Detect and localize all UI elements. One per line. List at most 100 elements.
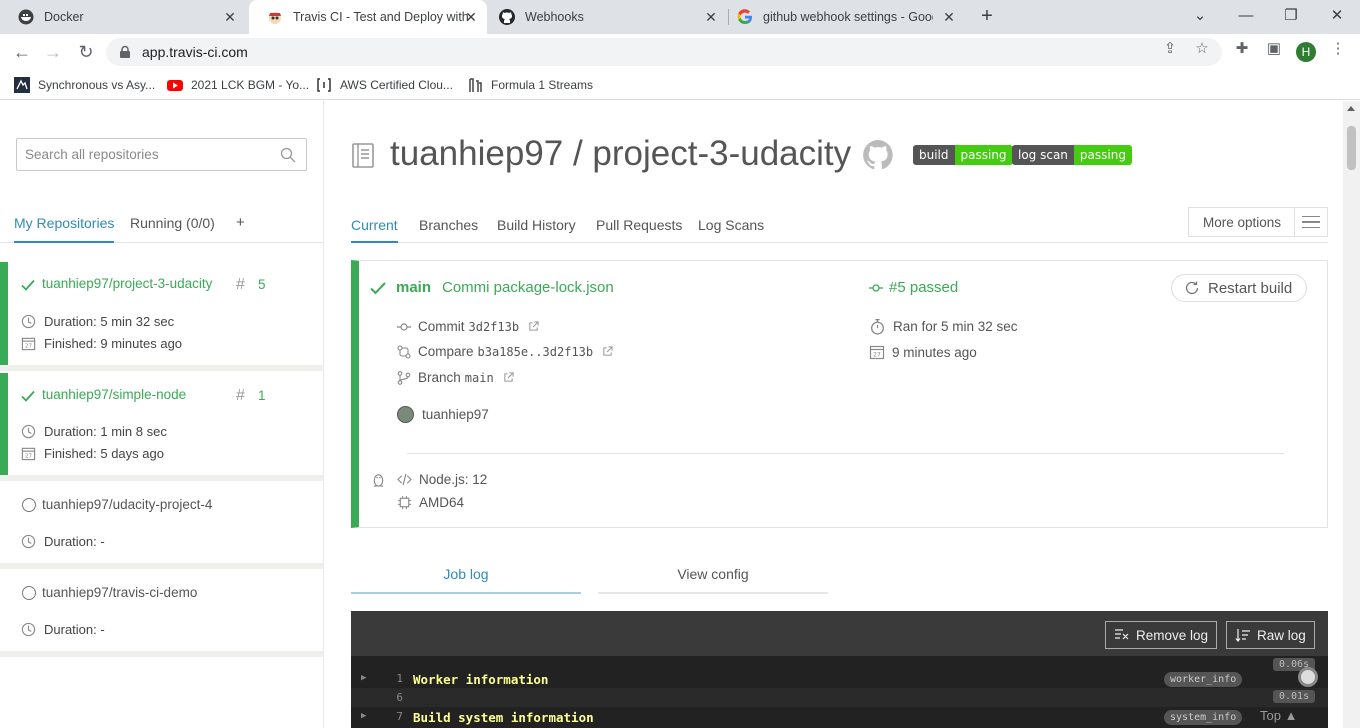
tab-pull-requests[interactable]: Pull Requests [596,217,682,233]
build-number-link[interactable]: 1 [258,388,266,403]
menu-kebab-icon[interactable]: ⋮ [1330,41,1346,57]
search-input[interactable] [25,147,265,162]
extensions-icon[interactable]: ✚ [1234,41,1250,57]
branch-name-link[interactable]: main [396,279,431,296]
reload-icon[interactable]: ↻ [76,42,96,62]
tab-current[interactable]: Current [351,217,398,243]
restart-build-button[interactable]: Restart build [1171,274,1307,302]
page-scrollbar[interactable] [1343,101,1360,728]
tab-branches[interactable]: Branches [419,217,478,233]
forward-arrow-icon[interactable]: → [43,42,63,62]
log-toolbar: Remove log Raw log [351,611,1328,656]
browser-tab-docker[interactable]: Docker ✕ [0,0,246,34]
bookmarks-bar: Synchronous vs Asy... 2021 LCK BGM - Yo.… [0,70,1360,100]
build-status[interactable]: #5 passed [869,279,958,296]
scroll-up-icon[interactable] [1347,106,1355,111]
hash-icon: # [236,387,245,404]
scroll-top-link[interactable]: Top ▲ [1260,708,1297,723]
tab-search-chevron-icon[interactable]: ⌄ [1190,6,1210,26]
expand-arrow-icon[interactable]: ▶ [361,673,366,683]
new-tab-button[interactable]: + [977,6,997,26]
build-number-link[interactable]: 5 [258,277,266,292]
duration-badge: 0.01s [1273,690,1316,703]
separator [0,475,323,481]
repo-name-link[interactable]: tuanhiep97/simple-node [42,387,186,402]
window-close-icon[interactable]: ✕ [1327,6,1347,26]
back-arrow-icon[interactable]: ← [12,42,32,62]
tab-title: Travis CI - Test and Deploy with C [293,10,468,24]
more-options-button[interactable]: More options [1188,207,1328,237]
close-icon[interactable]: ✕ [222,9,238,25]
fold-tag: system_info [1164,710,1243,725]
repo-item[interactable]: tuanhiep97/travis-ci-demo Duration: - [0,571,323,651]
close-icon[interactable]: ✕ [941,9,957,25]
status-circle-icon [22,498,36,512]
f1-icon [467,77,483,93]
branch-row[interactable]: Branch main [397,370,521,385]
commit-author[interactable]: tuanhiep97 [397,406,489,423]
divider [407,453,1284,454]
repo-duration: Duration: - [21,534,105,549]
repo-name-link[interactable]: tuanhiep97/travis-ci-demo [42,585,197,600]
tab-my-repositories[interactable]: My Repositories [14,215,115,243]
compare-row[interactable]: Compare b3a185e..3d2f13b [397,344,620,359]
address-bar[interactable]: app.travis-ci.com [106,38,1222,66]
build-status-badge[interactable]: build passing [913,145,1013,165]
bracket-icon [316,77,332,93]
repo-name-link[interactable]: tuanhiep97/project-3-udacity [42,276,212,291]
commit-row[interactable]: Commit 3d2f13b [397,319,546,334]
share-icon[interactable]: ⇪ [1162,41,1178,57]
travis-icon [267,9,283,25]
language-info: Node.js: 12 [397,472,487,487]
separator [0,563,323,569]
tab-job-log[interactable]: Job log [351,561,581,594]
browser-tab-google[interactable]: github webhook settings - Googl ✕ [719,0,965,34]
browser-tab-travis[interactable]: Travis CI - Test and Deploy with C ✕ [249,0,487,34]
repo-search[interactable] [16,138,307,171]
check-icon [370,282,386,295]
commit-dot-icon [869,283,883,292]
repo-item[interactable]: tuanhiep97/simple-node # 1 Duration: 1 m… [0,373,323,475]
search-icon[interactable] [280,147,296,163]
remove-log-button[interactable]: Remove log [1105,621,1218,649]
repo-finished: 27 Finished: 9 minutes ago [21,336,182,351]
log-line[interactable]: ▶ 7 Build system information system_info [351,707,1328,726]
restart-icon [1185,281,1199,295]
avatar [397,406,414,423]
tab-log-scans[interactable]: Log Scans [698,217,764,233]
profile-avatar[interactable]: H [1296,42,1316,62]
raw-log-button[interactable]: Raw log [1226,621,1315,649]
log-scan-badge[interactable]: log scan passing [1012,145,1132,165]
minimize-icon[interactable]: — [1236,6,1256,26]
log-line[interactable]: ▶ 1 Worker information worker_info 0.06s [351,658,1328,688]
tab-view-config[interactable]: View config [598,561,828,594]
tab-build-history[interactable]: Build History [497,217,576,233]
repo-name-link[interactable]: tuanhiep97/udacity-project-4 [42,497,212,512]
scroll-thumb[interactable] [1347,126,1356,170]
add-repo-button[interactable]: + [236,214,245,231]
repo-item[interactable]: tuanhiep97/udacity-project-4 Duration: - [0,483,323,563]
compare-icon [397,344,411,359]
side-panel-icon[interactable]: ▣ [1266,41,1282,57]
tab-title: Docker [44,10,84,24]
caret-up-icon: ▲ [1284,708,1298,723]
tab-running[interactable]: Running (0/0) [130,215,215,231]
clock-icon [21,534,36,549]
commit-message: Commi package-lock.json [442,279,614,296]
bookmark-item[interactable]: Synchronous vs Asy... [14,76,155,94]
browser-tab-webhooks[interactable]: Webhooks ✕ [481,0,727,34]
close-icon[interactable]: ✕ [703,9,719,25]
bookmark-item[interactable]: 2021 LCK BGM - Yo... [167,76,309,94]
bookmark-item[interactable]: AWS Certified Clou... [316,76,453,94]
bookmark-item[interactable]: Formula 1 Streams [467,76,593,94]
log-scroll-indicator[interactable] [1298,667,1318,687]
restore-icon[interactable]: ❐ [1281,6,1301,26]
close-icon[interactable]: ✕ [463,9,479,25]
repo-duration: Duration: 1 min 8 sec [21,424,167,439]
tab-title: github webhook settings - Googl [763,10,933,24]
bookmark-star-icon[interactable]: ☆ [1194,41,1210,57]
repo-item[interactable]: tuanhiep97/project-3-udacity # 5 Duratio… [0,262,323,365]
expand-arrow-icon[interactable]: ▶ [361,711,366,721]
remove-log-icon [1115,629,1129,640]
github-icon[interactable] [862,139,894,171]
